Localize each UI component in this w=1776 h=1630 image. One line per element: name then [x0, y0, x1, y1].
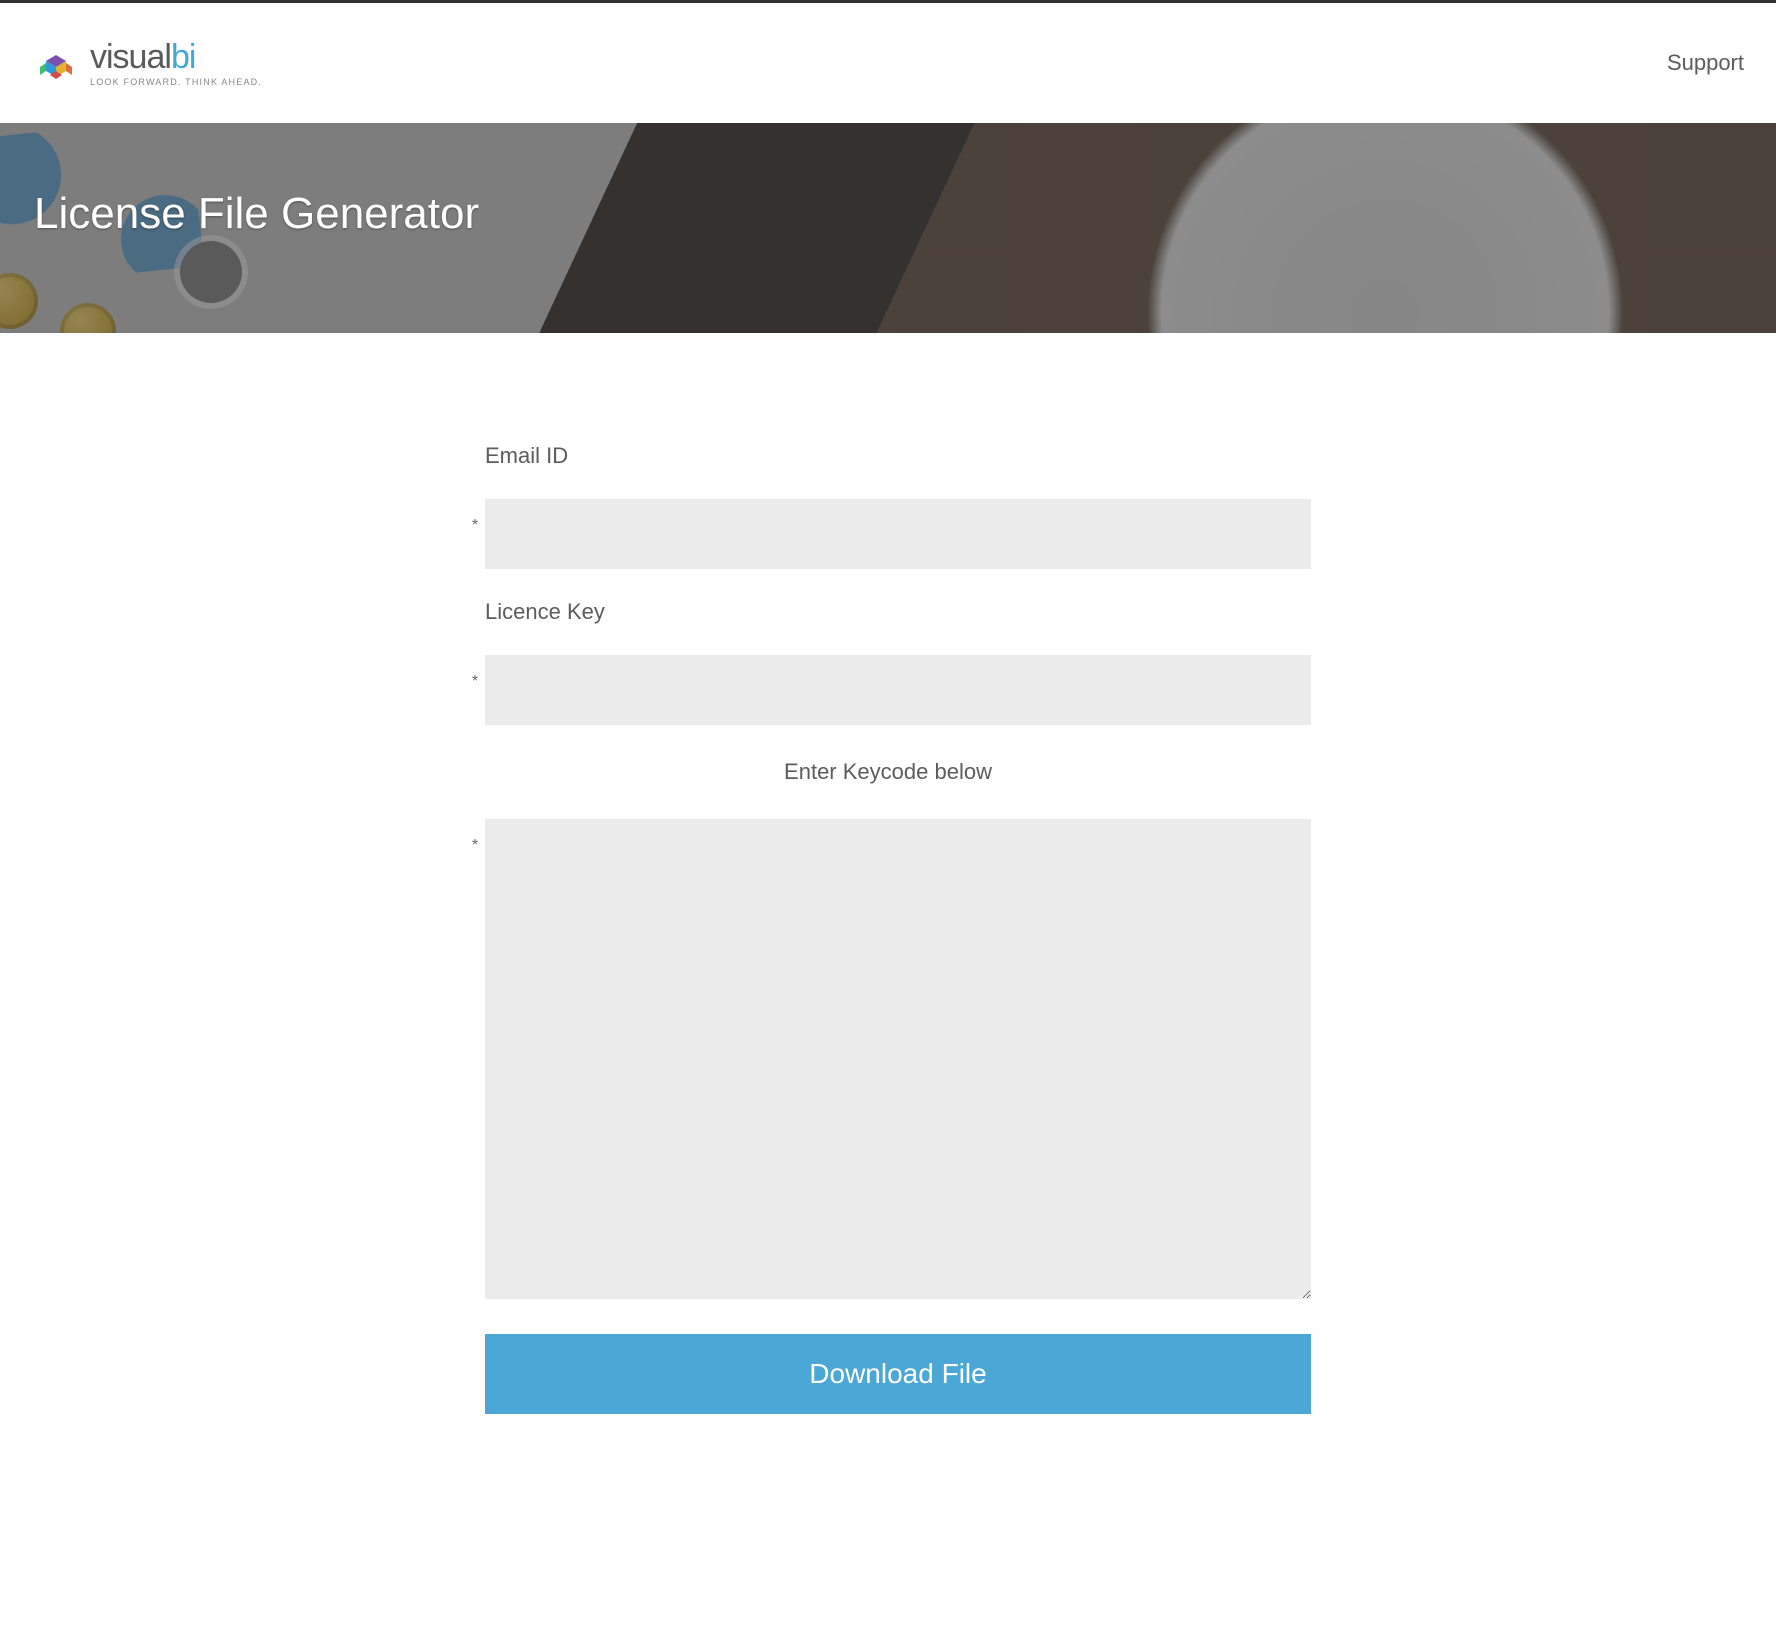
required-mark: *: [465, 499, 485, 535]
required-mark: *: [465, 655, 485, 691]
licence-label: Licence Key: [465, 599, 1311, 625]
brand-logo: visualbi LOOK FORWARD. THINK AHEAD.: [32, 39, 262, 87]
licence-key-input[interactable]: [485, 655, 1311, 725]
keycode-textarea[interactable]: [485, 819, 1311, 1299]
site-header: visualbi LOOK FORWARD. THINK AHEAD. Supp…: [0, 3, 1776, 123]
license-form: Email ID * Licence Key * Enter Keycode b…: [453, 443, 1323, 1414]
keycode-label: Enter Keycode below: [465, 759, 1311, 785]
logo-text: visualbi LOOK FORWARD. THINK AHEAD.: [90, 40, 262, 87]
hero-banner: License File Generator: [0, 123, 1776, 333]
download-file-button[interactable]: Download File: [485, 1334, 1311, 1414]
page-title: License File Generator: [0, 123, 1776, 239]
nav-support-link[interactable]: Support: [1667, 50, 1744, 76]
logo-word-accent: bi: [171, 38, 195, 76]
required-mark: *: [465, 819, 485, 855]
logo-word-main: visual: [90, 38, 171, 76]
email-input[interactable]: [485, 499, 1311, 569]
logo-tagline: LOOK FORWARD. THINK AHEAD.: [90, 78, 262, 87]
email-label: Email ID: [465, 443, 1311, 469]
logo-mark-icon: [32, 39, 80, 87]
